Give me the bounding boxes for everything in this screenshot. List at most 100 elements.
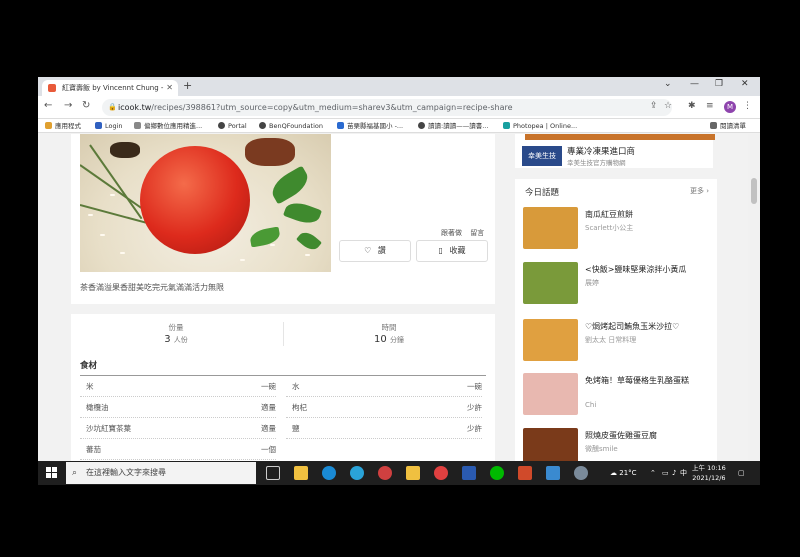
ime-indicator[interactable]: 中 xyxy=(680,461,687,485)
ingredient-row: 水 一碗 xyxy=(286,376,482,397)
back-icon[interactable]: ← xyxy=(44,100,52,111)
meta-divider xyxy=(283,322,284,346)
reading-list[interactable]: 閱讀清單 xyxy=(710,119,746,133)
ingredient-qty: 適量 xyxy=(261,424,276,433)
servings-unit: 人份 xyxy=(173,336,188,344)
bookmark-digital[interactable]: 偏鄉數位應用精進... xyxy=(134,119,202,133)
edge-icon[interactable] xyxy=(322,466,336,480)
sponsor-title[interactable]: 專業冷凍果進口商 xyxy=(567,145,635,157)
chrome-icon[interactable] xyxy=(378,466,392,480)
time-value: 10 分鐘 xyxy=(289,334,489,345)
weather-widget[interactable]: ☁ 21°C xyxy=(610,461,637,485)
close-window-button[interactable]: ✕ xyxy=(741,79,749,89)
extensions-icon[interactable]: ✱ xyxy=(688,101,696,111)
servings-value: 3 人份 xyxy=(76,334,276,345)
time-unit: 分鐘 xyxy=(389,336,404,344)
network-icon[interactable]: ▭ xyxy=(662,461,669,485)
scrollbar-thumb[interactable] xyxy=(751,178,757,204)
telegram-icon[interactable] xyxy=(350,466,364,480)
menu-icon[interactable]: ⋮ xyxy=(743,101,752,111)
more-label: 更多 xyxy=(689,187,704,195)
globe-icon xyxy=(259,122,266,129)
bookmark-reading[interactable]: 讀讀:讀讀——讀書... xyxy=(418,119,488,133)
profile-avatar[interactable]: M xyxy=(724,101,736,113)
like-button[interactable]: ♡ 讚 xyxy=(339,240,411,262)
tray-chevron-icon[interactable]: ⌃ xyxy=(650,461,656,485)
bookmark-label: Photopea | Online... xyxy=(513,122,578,130)
bookmark-photopea[interactable]: Photopea | Online... xyxy=(503,119,577,133)
bookmark-login[interactable]: Login xyxy=(95,119,123,133)
app-icon[interactable] xyxy=(574,466,588,480)
follow-links: 跟著做 留言 xyxy=(441,228,484,238)
topic-title: 南瓜紅豆煎餅 xyxy=(585,210,633,219)
topic-item[interactable]: <快飯>鹽味堅果涼拌小黃瓜 展婷 xyxy=(523,262,713,306)
bookmark-icon: ▯ xyxy=(438,246,443,255)
topic-item[interactable]: 免烤箱！草莓優格生乳酪蛋糕 Chi xyxy=(523,373,713,417)
ingredient-name: 蕃茄 xyxy=(86,445,101,454)
comment-link[interactable]: 留言 xyxy=(470,229,484,237)
powerpoint-icon[interactable] xyxy=(518,466,532,480)
address-bar[interactable]: 🔒 icook.tw/recipes/398861?utm_source=cop… xyxy=(102,99,672,116)
topic-item[interactable]: 南瓜紅豆煎餅 Scarlett小公主 xyxy=(523,207,713,251)
windows-start-icon[interactable] xyxy=(46,467,58,479)
volume-icon[interactable]: ♪ xyxy=(672,461,676,485)
minimize-button[interactable]: — xyxy=(690,79,699,89)
media-control-icon[interactable]: ≡ xyxy=(706,101,714,111)
recipe-description: 茶香滿溢果香甜美吃完元氣滿滿活力無限 xyxy=(80,283,224,292)
new-tab-button[interactable]: + xyxy=(183,79,192,92)
notification-icon[interactable]: ▢ xyxy=(738,461,745,485)
recipe-info-card: 份量 3 人份 時間 10 分鐘 食材 米一碗 水一碗 橄欖油 適量 枸杞 少許 沙… xyxy=(71,314,495,461)
task-view-icon[interactable] xyxy=(266,466,280,480)
follow-link[interactable]: 跟著做 xyxy=(441,229,462,237)
tab-search-icon[interactable]: ⌄ xyxy=(664,79,672,89)
sponsor-card[interactable]: 幸美生技 專業冷凍果進口商 幸美生技官方購物網 xyxy=(515,134,715,168)
bookmark-label: 偏鄉數位應用精進... xyxy=(144,122,203,130)
photopea-icon xyxy=(503,122,510,129)
bookmark-school[interactable]: 苗栗縣福基國小 -... xyxy=(337,119,403,133)
store-icon[interactable] xyxy=(294,466,308,480)
browser-tab[interactable]: 紅寶壽飯 by Vincennt Chung - ✕ xyxy=(42,80,178,96)
bookmark-benq[interactable]: BenQFoundation xyxy=(259,119,323,133)
topic-author: 展婷 xyxy=(585,279,599,287)
search-placeholder: 在這裡輸入文字來搜尋 xyxy=(86,468,166,477)
topic-item[interactable]: ♡焗烤起司鮪魚玉米沙拉♡ 劉太太 日常料理 xyxy=(523,319,713,363)
photos-icon[interactable] xyxy=(546,466,560,480)
share-icon[interactable]: ⇪ xyxy=(650,101,658,111)
topic-thumbnail xyxy=(523,428,578,461)
ingredient-row: 沙坑紅寶茶葉 適量 xyxy=(80,418,276,439)
ingredient-row: 鹽 少許 xyxy=(286,418,482,439)
word-icon[interactable] xyxy=(462,466,476,480)
bookmark-apps[interactable]: 應用程式 xyxy=(45,119,81,133)
apps-grid-icon xyxy=(45,122,52,129)
topic-thumbnail xyxy=(523,319,578,361)
taskbar-search[interactable]: ⌕ 在這裡輸入文字來搜尋 xyxy=(66,462,256,484)
more-link[interactable]: 更多 › xyxy=(690,186,709,196)
reading-list-label: 閱讀清單 xyxy=(720,122,746,130)
like-label: 讚 xyxy=(377,246,386,255)
bookmark-label: BenQFoundation xyxy=(269,122,323,130)
line-icon[interactable] xyxy=(490,466,504,480)
ingredient-qty: 適量 xyxy=(261,403,276,412)
topic-title: ♡焗烤起司鮪魚玉米沙拉♡ xyxy=(585,322,680,331)
bookmark-portal[interactable]: Portal xyxy=(218,119,247,133)
reload-icon[interactable]: ↻ xyxy=(82,100,90,111)
close-tab-icon[interactable]: ✕ xyxy=(166,80,173,96)
save-button[interactable]: ▯ 收藏 xyxy=(416,240,488,262)
bookmark-label: Portal xyxy=(228,122,247,130)
system-clock[interactable]: 上午 10:16 2021/12/6 xyxy=(692,463,726,483)
file-explorer-icon[interactable] xyxy=(406,466,420,480)
login-icon xyxy=(95,122,102,129)
topic-author: 劉太太 日常料理 xyxy=(585,336,637,344)
forward-icon[interactable]: → xyxy=(64,100,72,111)
topic-thumbnail xyxy=(523,373,578,415)
globe-icon xyxy=(218,122,225,129)
ingredient-name: 橄欖油 xyxy=(86,403,109,412)
chrome-profile-icon[interactable] xyxy=(434,466,448,480)
tomato-image xyxy=(140,146,250,254)
bookmark-star-icon[interactable]: ☆ xyxy=(664,101,672,111)
topic-item[interactable]: 照燒皮蛋佐雞蛋豆腐 微醺smile xyxy=(523,428,713,461)
ingredient-name: 水 xyxy=(292,382,300,391)
page-scrollbar[interactable] xyxy=(748,134,760,461)
maximize-button[interactable]: ❐ xyxy=(715,79,723,89)
sponsor-logo: 幸美生技 xyxy=(522,146,562,166)
